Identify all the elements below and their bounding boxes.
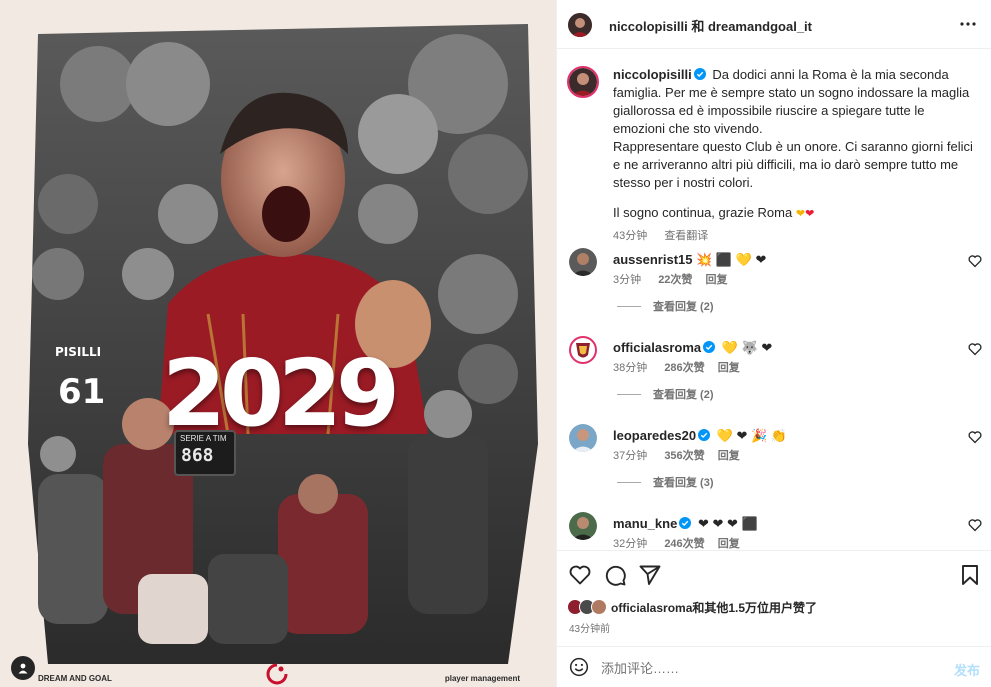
post-image[interactable]: PISILLI 61 2029 SERIE A TIM 868 DREAM AN… bbox=[0, 0, 556, 687]
replies-divider bbox=[617, 393, 641, 395]
comment-avatar[interactable] bbox=[569, 512, 597, 540]
reply-button[interactable]: 回复 bbox=[718, 362, 740, 374]
comment-time: 37分钟 bbox=[613, 450, 648, 462]
verified-icon bbox=[679, 517, 692, 529]
as-roma-logo bbox=[571, 338, 595, 362]
comment-username[interactable]: aussenrist15 bbox=[613, 252, 693, 267]
comment-composer: 发布 bbox=[557, 646, 991, 687]
reply-button[interactable]: 回复 bbox=[718, 538, 740, 550]
replies-divider bbox=[617, 481, 641, 483]
avatar-image bbox=[569, 512, 597, 540]
caption-text: niccolopisilli Da dodici anni la Roma è … bbox=[613, 66, 973, 245]
comment-likes[interactable]: 22次赞 bbox=[658, 274, 692, 286]
see-translation-link[interactable]: 查看翻译 bbox=[664, 230, 708, 242]
heart-icon[interactable] bbox=[968, 430, 982, 444]
verified-icon bbox=[693, 68, 706, 80]
comment-avatar[interactable] bbox=[569, 424, 597, 452]
emoji-icon[interactable] bbox=[569, 657, 589, 677]
comments-list[interactable]: niccolopisilli Da dodici anni la Roma è … bbox=[557, 50, 991, 550]
reply-button[interactable]: 回复 bbox=[718, 450, 740, 462]
liker-avatars bbox=[567, 597, 611, 617]
more-icon bbox=[960, 22, 976, 26]
caption-username[interactable]: niccolopisilli bbox=[613, 67, 692, 82]
view-replies-label: 查看回复 (2) bbox=[653, 301, 714, 313]
avatar-image bbox=[568, 13, 592, 37]
post-header: niccolopisilli 和 dreamandgoal_it bbox=[557, 0, 991, 49]
comment-likes[interactable]: 286次赞 bbox=[664, 362, 704, 374]
comment-item: leoparedes20 💛 ❤ 🎉 👏 37分钟 356次赞 回复 查看回复 … bbox=[557, 424, 991, 504]
comment-text: 💥 ⬛ 💛 ❤ bbox=[696, 252, 767, 267]
post-comment-button[interactable]: 发布 bbox=[954, 660, 980, 679]
poster-brand-right: player management bbox=[444, 674, 520, 683]
more-options-button[interactable] bbox=[958, 14, 978, 34]
heart-icon[interactable] bbox=[968, 518, 982, 532]
comment-username[interactable]: manu_kne bbox=[613, 516, 677, 531]
avatar-image bbox=[569, 68, 597, 96]
dream-and-goal-logo bbox=[266, 663, 288, 685]
view-replies-label: 查看回复 (3) bbox=[653, 477, 714, 489]
comment-time: 32分钟 bbox=[613, 538, 648, 550]
user-icon bbox=[18, 663, 28, 674]
poster-brand-left: DREAM AND GOAL bbox=[38, 674, 112, 683]
comment-item: aussenrist15 💥 ⬛ 💛 ❤ 3分钟 22次赞 回复 查看回复 (2… bbox=[557, 248, 991, 328]
poster-year: 2029 bbox=[161, 340, 400, 447]
heart-icon[interactable] bbox=[968, 254, 982, 268]
comment-text: ❤ ❤ ❤ ⬛ bbox=[697, 516, 758, 531]
comment-text: 💛 ❤ 🎉 👏 bbox=[716, 428, 788, 443]
reply-button[interactable]: 回复 bbox=[706, 274, 728, 286]
view-replies-label: 查看回复 (2) bbox=[653, 389, 714, 401]
view-replies-button[interactable]: 查看回复 (2) bbox=[617, 386, 714, 402]
like-post-button[interactable] bbox=[568, 563, 592, 587]
comment-avatar[interactable] bbox=[569, 336, 597, 364]
replies-divider bbox=[617, 305, 641, 307]
comment-avatar[interactable] bbox=[569, 248, 597, 276]
comment-username[interactable]: leoparedes20 bbox=[613, 428, 696, 443]
caption-paragraph-2: Rappresentare questo Club è un onore. Ci… bbox=[613, 139, 973, 190]
post-details-panel: niccolopisilli 和 dreamandgoal_it niccolo bbox=[556, 0, 991, 687]
caption-paragraph-3: Il sogno continua, grazie Roma bbox=[613, 205, 793, 220]
caption-time: 43分钟 bbox=[613, 230, 648, 242]
comment-username[interactable]: officialasroma bbox=[613, 340, 701, 355]
yellow-heart-emoji: ❤ bbox=[795, 208, 806, 220]
comment-item: officialasroma 💛 🐺 ❤ 38分钟 286次赞 回复 查看回复 … bbox=[557, 336, 991, 416]
post-time: 43分钟前 bbox=[569, 624, 611, 635]
scoreboard-label: SERIE A TIM bbox=[180, 434, 227, 443]
verified-icon bbox=[698, 429, 711, 441]
share-icon[interactable] bbox=[638, 563, 662, 587]
author-avatar[interactable] bbox=[568, 13, 592, 37]
substitution-board: SERIE A TIM 868 bbox=[174, 430, 236, 476]
bookmark-icon[interactable] bbox=[958, 563, 982, 587]
comment-likes[interactable]: 246次赞 bbox=[664, 538, 704, 550]
post-authors[interactable]: niccolopisilli 和 dreamandgoal_it bbox=[609, 16, 812, 35]
likes-summary[interactable]: officialasroma和其他1.5万位用户赞了 bbox=[567, 597, 817, 617]
comment-item: manu_kne ❤ ❤ ❤ ⬛ 32分钟 246次赞 回复 bbox=[557, 512, 991, 550]
red-heart-emoji: ❤ bbox=[805, 208, 815, 220]
tagged-users-button[interactable] bbox=[11, 656, 35, 680]
verified-icon bbox=[703, 341, 716, 353]
comment-text: 💛 🐺 ❤ bbox=[721, 340, 773, 355]
liker-avatar bbox=[591, 599, 607, 615]
comment-icon[interactable] bbox=[603, 563, 627, 587]
view-replies-button[interactable]: 查看回复 (3) bbox=[617, 474, 714, 490]
view-replies-button[interactable]: 查看回复 (2) bbox=[617, 298, 714, 314]
comment-time: 3分钟 bbox=[613, 274, 642, 286]
likes-text: officialasroma和其他1.5万位用户赞了 bbox=[611, 600, 818, 615]
avatar-image bbox=[569, 248, 597, 276]
post-action-bar bbox=[557, 550, 991, 597]
scoreboard-number: 868 bbox=[181, 445, 214, 466]
comment-likes[interactable]: 356次赞 bbox=[664, 450, 704, 462]
avatar-image bbox=[569, 424, 597, 452]
heart-icon[interactable] bbox=[968, 342, 982, 356]
caption-avatar[interactable] bbox=[567, 66, 599, 98]
comment-time: 38分钟 bbox=[613, 362, 648, 374]
comment-input[interactable] bbox=[601, 657, 931, 679]
